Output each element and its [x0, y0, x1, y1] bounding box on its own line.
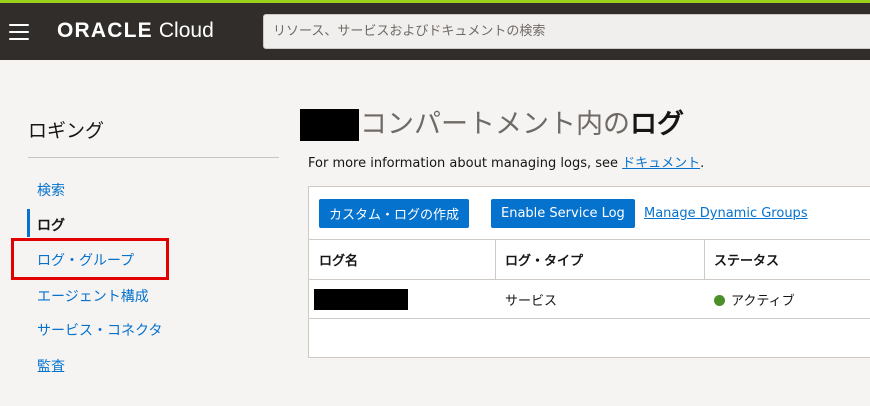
status-active-icon [714, 295, 725, 306]
info-text-body: For more information about managing logs… [308, 156, 623, 171]
table-header-top-border [309, 239, 870, 240]
enable-service-log-button[interactable]: Enable Service Log [491, 199, 635, 228]
sidebar-item-agent-configurations[interactable]: エージェント構成 [37, 286, 149, 306]
oracle-cloud-logo[interactable]: ORACLE Cloud [57, 18, 214, 44]
sidebar-item-audit[interactable]: 監査 [37, 356, 65, 376]
sidebar-title: ロギング [28, 120, 105, 142]
highlight-annotation-box [11, 238, 169, 280]
create-custom-log-button[interactable]: カスタム・ログの作成 [319, 199, 470, 228]
info-text-end: . [700, 156, 705, 171]
brand-cloud: Cloud [158, 19, 214, 42]
column-divider [495, 239, 496, 279]
sidebar-item-logs[interactable]: ログ [37, 215, 65, 235]
table-row-border [309, 318, 870, 319]
documentation-link[interactable]: ドキュメント [622, 156, 700, 171]
redacted-compartment-name [300, 109, 359, 141]
brand-oracle: ORACLE [57, 19, 153, 42]
global-search-input[interactable] [263, 14, 870, 49]
manage-dynamic-groups-link[interactable]: Manage Dynamic Groups [644, 206, 808, 221]
status-label: アクティブ [731, 294, 795, 309]
menu-icon[interactable] [9, 24, 29, 40]
table-header-bottom-border [309, 279, 870, 280]
redacted-log-name[interactable] [314, 289, 408, 310]
logs-table-panel: カスタム・ログの作成 Enable Service Log Manage Dyn… [308, 186, 870, 358]
column-header-log-name[interactable]: ログ名 [319, 250, 358, 269]
page-title-prefix: コンパートメント内の [360, 109, 630, 140]
column-divider [704, 239, 705, 279]
column-header-status[interactable]: ステータス [714, 250, 779, 269]
sidebar-divider [28, 157, 279, 158]
sidebar-item-service-connectors[interactable]: サービス・コネクタ [37, 320, 162, 340]
cell-log-type: サービス [505, 294, 558, 309]
sidebar-active-indicator [27, 209, 30, 237]
column-header-log-type[interactable]: ログ・タイプ [505, 250, 583, 269]
page-title: コンパートメント内のログ [360, 109, 684, 141]
top-navigation-bar: ORACLE Cloud [0, 3, 870, 60]
sidebar-item-search[interactable]: 検索 [37, 180, 65, 200]
cell-status: アクティブ [714, 290, 795, 309]
page-title-logs: ログ [630, 109, 684, 140]
info-text: For more information about managing logs… [308, 152, 704, 171]
